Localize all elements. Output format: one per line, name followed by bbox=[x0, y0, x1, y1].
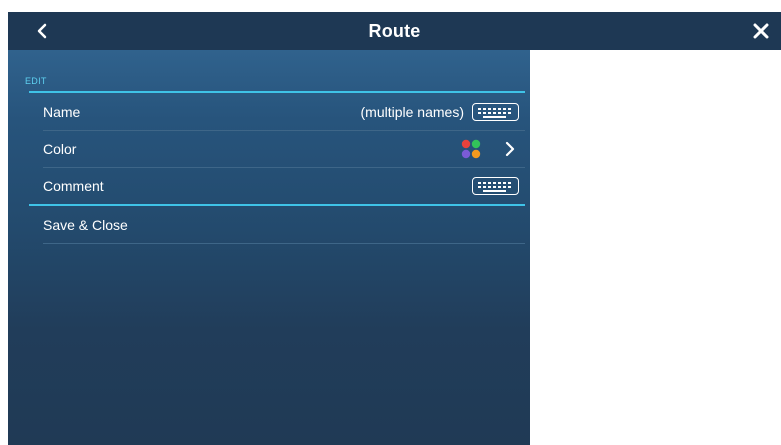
chevron-left-icon bbox=[37, 23, 47, 39]
save-close-button[interactable]: Save & Close bbox=[29, 206, 525, 244]
comment-label: Comment bbox=[43, 178, 104, 194]
chevron-right-icon[interactable] bbox=[501, 140, 519, 158]
page-title: Route bbox=[368, 20, 421, 41]
save-close-label: Save & Close bbox=[43, 217, 128, 233]
keyboard-icon[interactable] bbox=[472, 177, 519, 195]
header-bar: Route bbox=[8, 12, 781, 50]
name-value: (multiple names) bbox=[360, 104, 464, 120]
color-label: Color bbox=[43, 141, 77, 157]
comment-row[interactable]: Comment bbox=[29, 167, 525, 205]
color-row[interactable]: Color bbox=[29, 130, 525, 168]
section-label-edit: EDIT bbox=[25, 76, 47, 86]
keyboard-icon[interactable] bbox=[472, 103, 519, 121]
back-button[interactable] bbox=[28, 16, 56, 46]
row-divider bbox=[43, 243, 525, 244]
close-button[interactable] bbox=[747, 16, 775, 46]
close-icon bbox=[753, 23, 769, 39]
color-palette-icon bbox=[461, 139, 481, 159]
name-row[interactable]: Name (multiple names) bbox=[29, 93, 525, 131]
name-label: Name bbox=[43, 104, 81, 120]
